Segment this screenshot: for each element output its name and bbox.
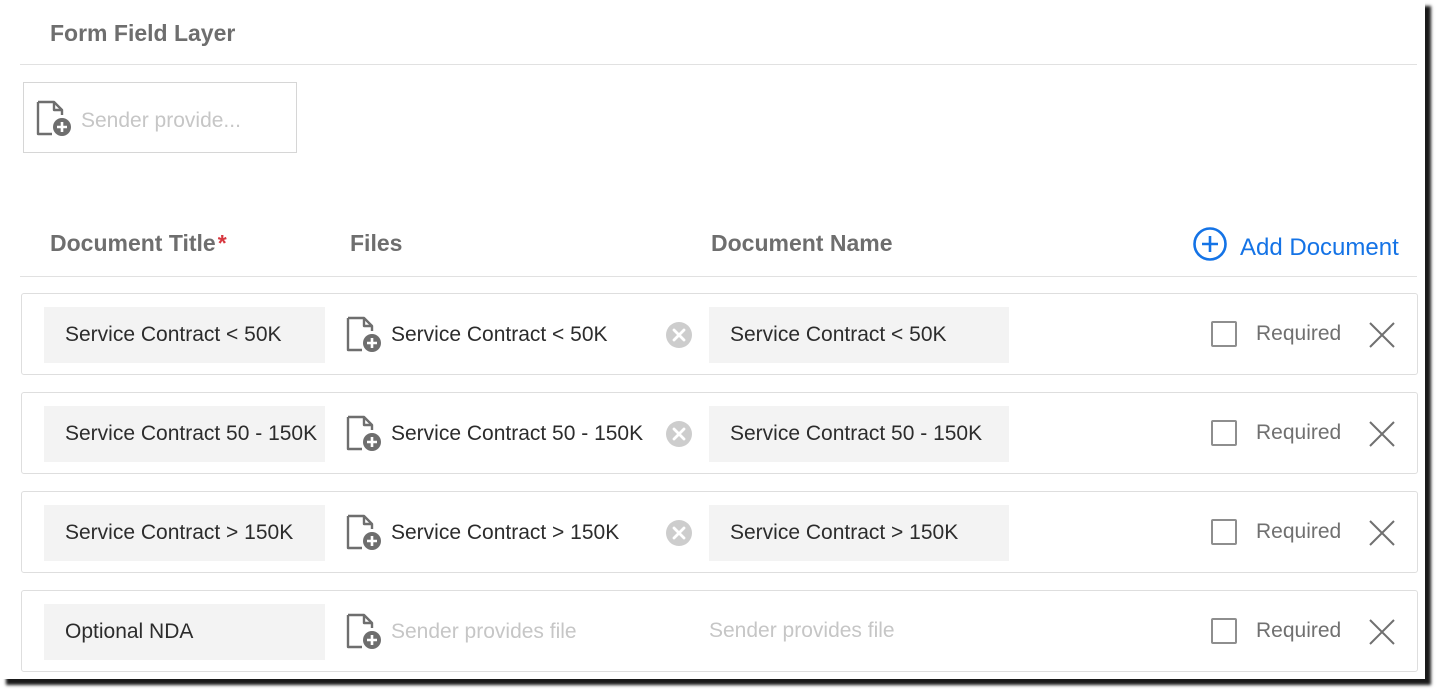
file-add-icon[interactable] bbox=[344, 414, 384, 459]
file-add-icon bbox=[34, 99, 74, 144]
remove-row-icon[interactable] bbox=[1368, 420, 1396, 453]
section-title: Form Field Layer bbox=[50, 20, 236, 46]
remove-row-icon[interactable] bbox=[1368, 519, 1396, 552]
file-add-icon[interactable] bbox=[344, 513, 384, 558]
document-row: Service Contract 50 - 150K Service Contr… bbox=[21, 392, 1418, 474]
document-name-field[interactable]: Service Contract 50 - 150K bbox=[709, 406, 1009, 462]
document-title-field[interactable]: Service Contract > 150K bbox=[44, 505, 325, 561]
file-add-icon[interactable] bbox=[344, 315, 384, 360]
required-label[interactable]: Required bbox=[1256, 619, 1341, 643]
required-marker: * bbox=[217, 230, 227, 256]
add-document-label: Add Document bbox=[1240, 233, 1399, 261]
column-header-document-name: Document Name bbox=[711, 230, 893, 256]
column-header-files: Files bbox=[350, 230, 403, 256]
document-row: Service Contract > 150K Service Contract… bbox=[21, 491, 1418, 573]
required-checkbox[interactable] bbox=[1211, 321, 1237, 347]
form-field-layer-panel: Form Field Layer Sender provide... Docum… bbox=[0, 0, 1425, 679]
header-divider bbox=[20, 276, 1417, 277]
add-document-button[interactable]: Add Document bbox=[1192, 226, 1399, 269]
document-row: Optional NDA Sender provides file Sender… bbox=[21, 590, 1418, 672]
document-title-field[interactable]: Optional NDA bbox=[44, 604, 325, 660]
sender-provides-placeholder: Sender provide... bbox=[81, 109, 241, 132]
file-name: Service Contract > 150K bbox=[391, 521, 620, 544]
document-title-field[interactable]: Service Contract 50 - 150K bbox=[44, 406, 325, 462]
file-placeholder: Sender provides file bbox=[391, 620, 577, 643]
document-title-field[interactable]: Service Contract < 50K bbox=[44, 307, 325, 363]
required-checkbox[interactable] bbox=[1211, 618, 1237, 644]
file-name: Service Contract 50 - 150K bbox=[391, 422, 644, 445]
add-circle-icon bbox=[1192, 226, 1228, 269]
required-checkbox[interactable] bbox=[1211, 420, 1237, 446]
document-name-field[interactable]: Service Contract < 50K bbox=[709, 307, 1009, 363]
required-label[interactable]: Required bbox=[1256, 520, 1341, 544]
remove-row-icon[interactable] bbox=[1368, 321, 1396, 354]
file-name: Service Contract < 50K bbox=[391, 323, 608, 346]
clear-file-icon[interactable] bbox=[665, 321, 693, 354]
required-label[interactable]: Required bbox=[1256, 322, 1341, 346]
document-name-field[interactable]: Service Contract > 150K bbox=[709, 505, 1009, 561]
clear-file-icon[interactable] bbox=[665, 519, 693, 552]
file-add-icon[interactable] bbox=[344, 612, 384, 657]
remove-row-icon[interactable] bbox=[1368, 618, 1396, 651]
column-header-title-label: Document Title bbox=[50, 230, 216, 256]
required-label[interactable]: Required bbox=[1256, 421, 1341, 445]
divider bbox=[20, 64, 1417, 65]
clear-file-icon[interactable] bbox=[665, 420, 693, 453]
column-header-document-title: Document Title* bbox=[50, 230, 227, 257]
document-row: Service Contract < 50K Service Contract … bbox=[21, 293, 1418, 375]
required-checkbox[interactable] bbox=[1211, 519, 1237, 545]
sender-provides-field[interactable]: Sender provide... bbox=[23, 82, 297, 153]
document-name-placeholder[interactable]: Sender provides file bbox=[709, 619, 895, 643]
